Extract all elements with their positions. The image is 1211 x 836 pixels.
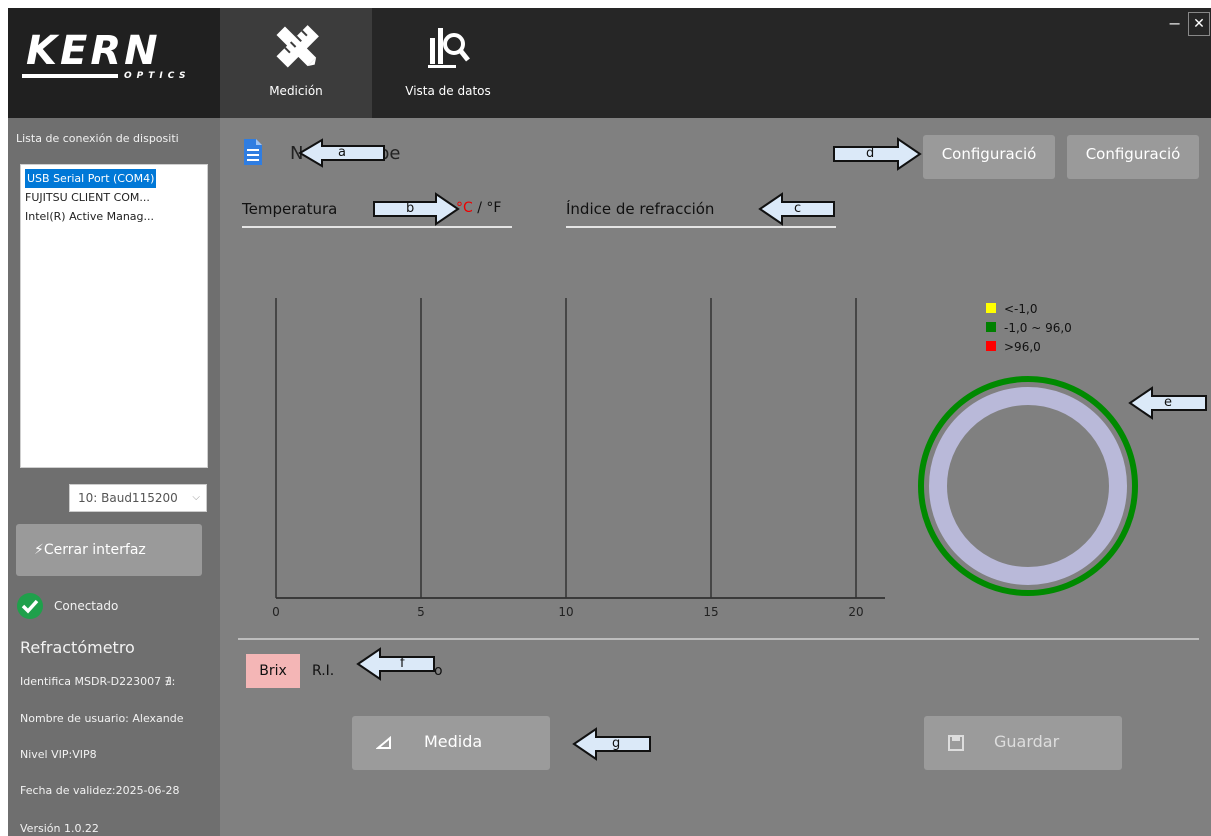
callout-d-arrow xyxy=(833,137,922,171)
callout-overlay xyxy=(298,137,1207,761)
callout-f-arrow xyxy=(356,647,435,681)
callout-b-arrow xyxy=(373,192,460,226)
callout-c-label: c xyxy=(794,201,802,216)
callout-b-label: b xyxy=(406,201,415,216)
callout-d-label: d xyxy=(866,146,875,161)
callout-a-label: a xyxy=(338,145,346,160)
callout-f-label: f xyxy=(400,656,405,671)
app-window: KERN OPTICS Medición Vista de datos − ✕ … xyxy=(8,8,1211,836)
callout-e-label: e xyxy=(1164,395,1172,410)
callout-g-label: g xyxy=(612,736,621,751)
